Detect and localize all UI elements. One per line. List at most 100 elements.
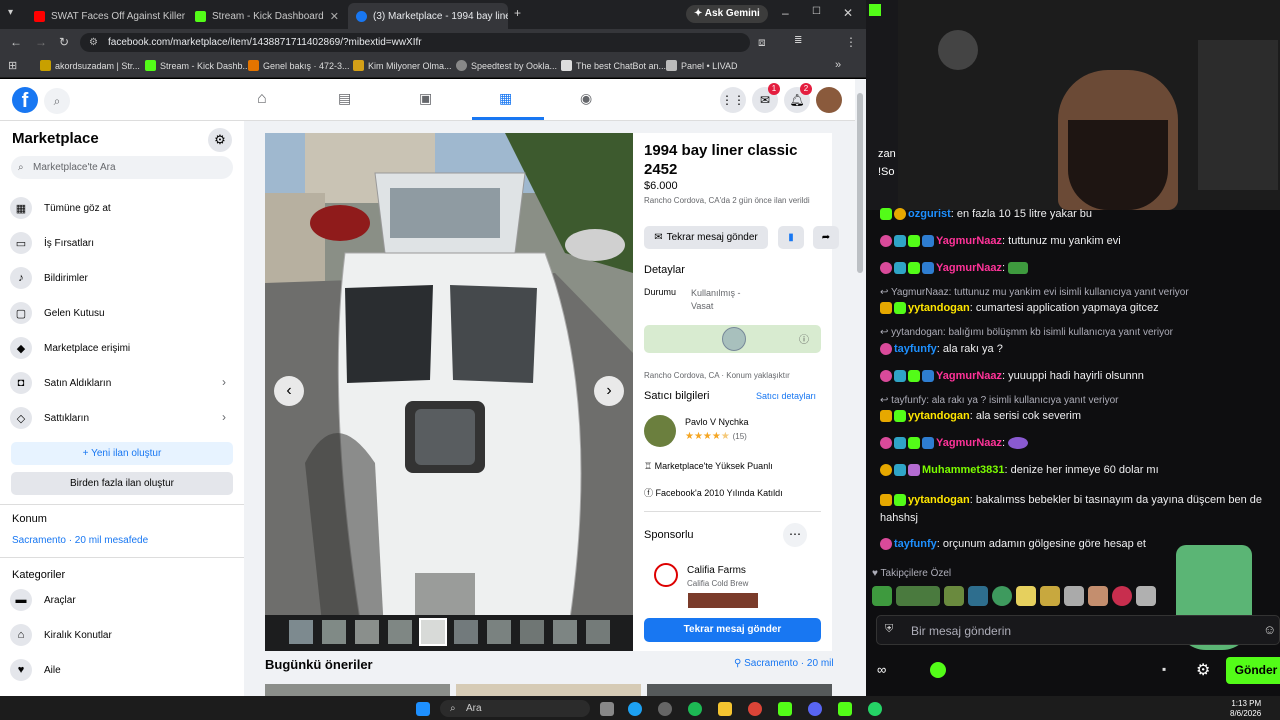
task-view-icon[interactable] — [600, 702, 614, 716]
minimize-icon[interactable]: – — [782, 6, 789, 20]
thumbnail[interactable] — [355, 620, 379, 644]
groups-icon[interactable]: ◉ — [580, 90, 592, 107]
sidebar-item-browse-all[interactable]: ▦ Tümüne göz at — [10, 197, 111, 219]
sidebar-item-buying[interactable]: ◘ Satın Aldıkların — [10, 372, 111, 394]
location-map[interactable]: ⓘ — [644, 325, 821, 353]
bookmark-5[interactable]: Speedtest by Ookla... — [456, 60, 557, 71]
thumbnail-selected[interactable] — [419, 618, 447, 646]
marketplace-search-input[interactable]: ⌕ Marketplace'te Ara — [11, 156, 233, 179]
more-bookmarks-icon[interactable]: » — [835, 59, 841, 71]
emote-icon[interactable] — [968, 586, 988, 606]
address-bar[interactable]: ⚙ facebook.com/marketplace/item/14388717… — [80, 33, 750, 52]
discord-icon[interactable] — [808, 702, 822, 716]
maximize-icon[interactable]: ☐ — [812, 6, 821, 17]
forward-icon[interactable]: → — [35, 35, 47, 49]
menu-icon[interactable]: ⋮ — [845, 35, 857, 49]
seller-details-link[interactable]: Satıcı detayları — [756, 391, 816, 401]
create-multiple-listings-button[interactable]: Birden fazla ilan oluştur — [11, 472, 233, 495]
emote-icon[interactable] — [1064, 586, 1084, 606]
emote-icon[interactable] — [1088, 586, 1108, 606]
bookmark-2[interactable]: Stream - Kick Dashb... — [145, 60, 250, 71]
next-photo-button[interactable]: › — [594, 376, 624, 406]
chat-bubble-icon[interactable]: ▪ — [1162, 662, 1166, 676]
tab-list-icon[interactable]: ▾ — [8, 7, 13, 18]
settings-gear-icon[interactable]: ⚙ — [208, 128, 232, 152]
category-vehicles[interactable]: ▬ Araçlar — [10, 589, 76, 611]
suggestion-card[interactable] — [456, 684, 641, 696]
apps-icon[interactable]: ⊞ — [8, 59, 17, 72]
ad-image[interactable] — [688, 593, 758, 608]
search-icon[interactable]: ⌕ — [44, 88, 70, 114]
chat-username[interactable]: yytandogan — [908, 410, 970, 422]
chat-username[interactable]: Muhammet3831 — [922, 464, 1005, 476]
media-icon[interactable]: ≣ — [794, 35, 802, 46]
chat-username[interactable]: YagmurNaaz — [936, 370, 1002, 382]
obs-icon[interactable] — [658, 702, 672, 716]
emote-icon[interactable] — [872, 586, 892, 606]
category-family[interactable]: ♥ Aile — [10, 659, 61, 681]
emote-icon[interactable] — [896, 586, 940, 606]
chat-message[interactable]: yytandogan: ala serisi cok severim — [880, 410, 1081, 423]
edge-icon[interactable] — [628, 702, 642, 716]
bookmark-6[interactable]: The best ChatBot an... — [561, 60, 666, 71]
sidebar-item-access[interactable]: ◆ Marketplace erişimi — [10, 337, 130, 359]
thumbnail[interactable] — [454, 620, 478, 644]
sidebar-item-selling[interactable]: ◇ Sattıkların — [10, 407, 89, 429]
suggestions-location[interactable]: ⚲ Sacramento · 20 mil — [734, 658, 834, 669]
tab-marketplace[interactable]: (3) Marketplace - 1994 bay line ✕ — [348, 3, 508, 29]
sidebar-item-notifications[interactable]: ♪ Bildirimler — [10, 267, 88, 289]
chat-message[interactable]: tayfunfy: ala rakı ya ? — [880, 343, 1003, 356]
emote-icon[interactable] — [1112, 586, 1132, 606]
clock[interactable]: 1:13 PM 8/6/2026 — [1230, 699, 1261, 719]
account-avatar[interactable] — [816, 87, 842, 113]
emoji-icon[interactable]: ☺ — [1263, 622, 1276, 637]
thumbnail[interactable] — [520, 620, 544, 644]
whatsapp-icon[interactable] — [868, 702, 882, 716]
spotify-icon[interactable] — [688, 702, 702, 716]
thumbnail[interactable] — [487, 620, 511, 644]
bookmark-1[interactable]: akordsuzadam | Str... — [40, 60, 140, 71]
chat-username[interactable]: YagmurNaaz — [936, 235, 1002, 247]
sidebar-item-inbox[interactable]: ▢ Gelen Kutusu — [10, 302, 105, 324]
kick-app-icon[interactable] — [778, 702, 792, 716]
suggestion-card[interactable] — [647, 684, 832, 696]
points-icon[interactable]: ∞ — [877, 662, 886, 677]
ad-name[interactable]: Califia Farms — [687, 565, 746, 576]
chat-username[interactable]: yytandogan — [908, 302, 970, 314]
bookmark-4[interactable]: Kim Milyoner Olma... — [353, 60, 452, 71]
emote-icon[interactable] — [1016, 586, 1036, 606]
save-bookmark-icon[interactable]: ▮ — [778, 226, 804, 249]
chat-message[interactable]: yytandogan: cumartesi application yapmay… — [880, 302, 1159, 315]
chat-username[interactable]: tayfunfy — [894, 343, 937, 355]
listing-photo[interactable]: ‹ › — [265, 133, 633, 651]
chat-username[interactable]: ozgurist — [908, 208, 951, 220]
emote-icon[interactable] — [1040, 586, 1060, 606]
new-tab-icon[interactable]: + — [514, 6, 521, 20]
seller-avatar[interactable] — [644, 415, 676, 447]
chat-input[interactable]: ⛨ Bir mesaj gönderin ☺ — [876, 615, 1280, 645]
menu-grid-icon[interactable]: ⋮⋮ — [720, 87, 746, 113]
thumbnail[interactable] — [388, 620, 412, 644]
ask-gemini-button[interactable]: ✦ Ask Gemini — [686, 5, 768, 23]
chat-username[interactable]: YagmurNaaz — [936, 262, 1002, 274]
back-icon[interactable]: ← — [10, 35, 22, 49]
tab-kick[interactable]: Stream - Kick Dashboard ✕ — [187, 3, 347, 29]
emote-icon[interactable] — [992, 586, 1012, 606]
chat-message[interactable]: YagmurNaaz: yuuuppi hadi hayirli olsunnn — [880, 370, 1144, 383]
file-explorer-icon[interactable] — [718, 702, 732, 716]
settings-gear-icon[interactable]: ⚙ — [1196, 660, 1210, 680]
reload-icon[interactable]: ↻ — [59, 35, 69, 49]
emote-icon[interactable] — [1136, 586, 1156, 606]
chat-message[interactable]: YagmurNaaz: — [880, 262, 1030, 275]
category-rentals[interactable]: ⌂ Kiralık Konutlar — [10, 624, 112, 646]
chat-message[interactable]: tayfunfy: orçunum adamın gölgesine göre … — [880, 538, 1146, 551]
thumbnail[interactable] — [289, 620, 313, 644]
sidebar-item-jobs[interactable]: ▭ İş Fırsatları — [10, 232, 94, 254]
chat-message[interactable]: yytandogan: bakalımss bebekler bi tasına… — [880, 491, 1280, 527]
chat-message[interactable]: Muhammet3831: denize her inmeye 60 dolar… — [880, 464, 1159, 477]
scrollbar[interactable] — [855, 79, 866, 696]
location-link[interactable]: Sacramento · 20 mil mesafede — [12, 535, 148, 546]
windows-start-icon[interactable] — [416, 702, 430, 716]
suggestion-card[interactable] — [265, 684, 450, 696]
taskbar-search[interactable]: ⌕ Ara — [440, 700, 590, 717]
